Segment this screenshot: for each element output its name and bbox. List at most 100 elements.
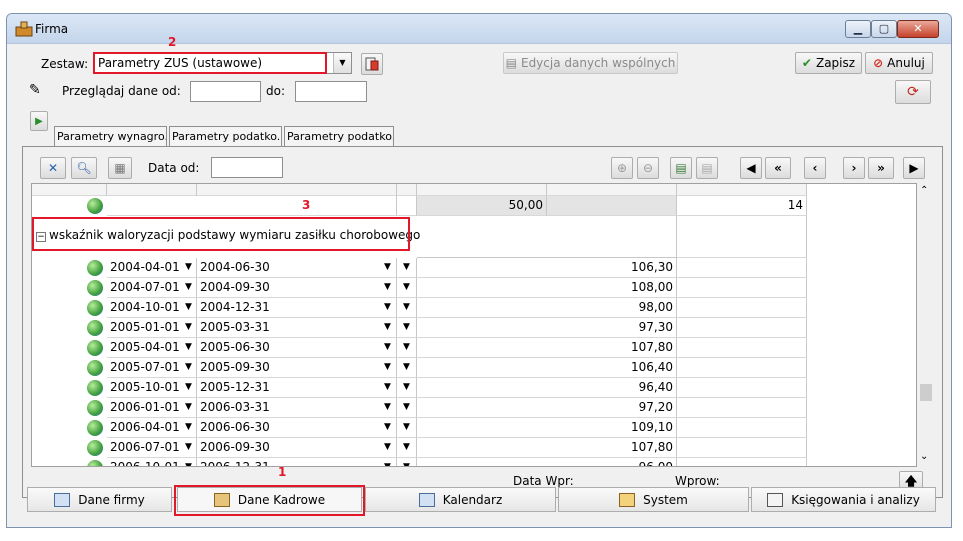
- row-value-cell[interactable]: 96,40: [417, 378, 677, 398]
- chevron-down-icon[interactable]: ▼: [384, 262, 391, 272]
- chevron-down-icon[interactable]: ▼: [384, 382, 391, 392]
- scroll-thumb[interactable]: [920, 384, 932, 401]
- minimize-button[interactable]: ▁: [845, 20, 871, 38]
- last-page-button[interactable]: ▶: [903, 157, 925, 179]
- row-from-cell[interactable]: 2005-07-01: [107, 358, 197, 378]
- chevron-down-icon[interactable]: ▼: [384, 282, 391, 292]
- row-to-cell[interactable]: 2005-09-30: [197, 358, 397, 378]
- row-value-cell[interactable]: 97,30: [417, 318, 677, 338]
- row-to-cell[interactable]: 2005-06-30: [197, 338, 397, 358]
- chevron-down-icon[interactable]: ▼: [384, 402, 391, 412]
- top-row-value-cell[interactable]: 50,00: [417, 196, 547, 216]
- row-to-cell[interactable]: 2004-06-30: [197, 258, 397, 278]
- row-value-cell[interactable]: 97,20: [417, 398, 677, 418]
- save-button[interactable]: ✔ Zapisz: [795, 52, 862, 74]
- date-to-input[interactable]: [295, 81, 367, 102]
- row-extra-cell[interactable]: [677, 338, 807, 358]
- row-from-cell[interactable]: 2004-10-01: [107, 298, 197, 318]
- row-value-cell[interactable]: 107,80: [417, 438, 677, 458]
- undo-grid-button[interactable]: ▤: [696, 157, 718, 179]
- row-value-cell[interactable]: 106,40: [417, 358, 677, 378]
- row-extra-cell[interactable]: [677, 318, 807, 338]
- row-value-cell[interactable]: 96,00: [417, 458, 677, 466]
- row-from-cell[interactable]: 2005-01-01: [107, 318, 197, 338]
- top-row-dd-cell[interactable]: [397, 196, 417, 216]
- chevron-down-icon[interactable]: ▼: [384, 422, 391, 432]
- chevron-down-icon[interactable]: ▼: [403, 402, 410, 412]
- row-to-cell[interactable]: 2005-12-31: [197, 378, 397, 398]
- chevron-down-icon[interactable]: ▼: [185, 382, 192, 392]
- chevron-down-icon[interactable]: ▼: [185, 462, 192, 466]
- tab-expand-button[interactable]: ▶: [30, 111, 48, 131]
- maximize-button[interactable]: ▢: [871, 20, 897, 38]
- top-row-extra-cell[interactable]: [547, 196, 677, 216]
- row-extra-cell[interactable]: [677, 418, 807, 438]
- date-from-input[interactable]: [190, 81, 261, 102]
- row-extra-cell[interactable]: [677, 458, 807, 466]
- row-to-cell[interactable]: 2006-12-31: [197, 458, 397, 466]
- row-from-cell[interactable]: 2005-10-01: [107, 378, 197, 398]
- edycja-danych-button[interactable]: ▤ Edycja danych wspólnych: [503, 52, 678, 74]
- save-grid-button[interactable]: ▤: [670, 157, 692, 179]
- chevron-down-icon[interactable]: ▼: [403, 382, 410, 392]
- chevron-down-icon[interactable]: ▼: [384, 322, 391, 332]
- tab-kalendarz[interactable]: Kalendarz: [365, 487, 556, 512]
- row-to-cell[interactable]: 2004-12-31: [197, 298, 397, 318]
- row-to-cell[interactable]: 2004-09-30: [197, 278, 397, 298]
- chevron-down-icon[interactable]: ▼: [333, 53, 351, 73]
- row-extra-cell[interactable]: [677, 358, 807, 378]
- vertical-scrollbar[interactable]: ⌃ ⌄: [917, 183, 934, 467]
- rewind-button[interactable]: «: [765, 157, 791, 179]
- add-row-button[interactable]: ⊕: [611, 157, 633, 179]
- chevron-down-icon[interactable]: ▼: [403, 302, 410, 312]
- chevron-down-icon[interactable]: ▼: [185, 322, 192, 332]
- chevron-down-icon[interactable]: ▼: [403, 282, 410, 292]
- tab-parametry-podatko-1[interactable]: Parametry podatko...: [169, 126, 282, 146]
- row-value-cell[interactable]: 106,30: [417, 258, 677, 278]
- top-row-name-cell[interactable]: [107, 196, 397, 216]
- chevron-down-icon[interactable]: ▼: [384, 342, 391, 352]
- row-extra-cell[interactable]: [677, 378, 807, 398]
- row-from-cell[interactable]: 2006-04-01: [107, 418, 197, 438]
- row-from-cell[interactable]: 2006-07-01: [107, 438, 197, 458]
- tab-parametry-wynagro[interactable]: Parametry wynagro...: [54, 126, 167, 146]
- chevron-down-icon[interactable]: ▼: [403, 462, 410, 466]
- chevron-down-icon[interactable]: ▼: [185, 302, 192, 312]
- tab-system[interactable]: System: [558, 487, 749, 512]
- first-page-button[interactable]: ◀: [740, 157, 762, 179]
- chevron-down-icon[interactable]: ▼: [185, 362, 192, 372]
- row-value-cell[interactable]: 109,10: [417, 418, 677, 438]
- row-value-cell[interactable]: 98,00: [417, 298, 677, 318]
- search-button[interactable]: 🔍︎: [71, 157, 97, 179]
- chevron-down-icon[interactable]: ▼: [403, 442, 410, 452]
- chevron-down-icon[interactable]: ▼: [185, 402, 192, 412]
- row-value-cell[interactable]: 107,80: [417, 338, 677, 358]
- row-to-cell[interactable]: 2006-06-30: [197, 418, 397, 438]
- chevron-down-icon[interactable]: ▼: [185, 422, 192, 432]
- next-button[interactable]: ›: [843, 157, 865, 179]
- tab-ksiegowania[interactable]: Księgowania i analizy: [751, 487, 936, 512]
- chevron-down-icon[interactable]: ▼: [384, 362, 391, 372]
- top-row-count-cell[interactable]: 14: [677, 196, 807, 216]
- scroll-up-icon[interactable]: ⌃: [920, 185, 928, 196]
- chevron-down-icon[interactable]: ▼: [185, 282, 192, 292]
- chevron-down-icon[interactable]: ▼: [185, 442, 192, 452]
- zestaw-edit-button[interactable]: [361, 53, 383, 75]
- row-extra-cell[interactable]: [677, 438, 807, 458]
- tab-parametry-podatko-2[interactable]: Parametry podatko...: [284, 126, 394, 146]
- chevron-down-icon[interactable]: ▼: [403, 362, 410, 372]
- chevron-down-icon[interactable]: ▼: [403, 422, 410, 432]
- chevron-down-icon[interactable]: ▼: [185, 262, 192, 272]
- data-od-input[interactable]: [211, 157, 283, 178]
- row-extra-cell[interactable]: [677, 278, 807, 298]
- row-to-cell[interactable]: 2006-03-31: [197, 398, 397, 418]
- row-to-cell[interactable]: 2005-03-31: [197, 318, 397, 338]
- row-extra-cell[interactable]: [677, 258, 807, 278]
- scroll-down-icon[interactable]: ⌄: [920, 451, 928, 462]
- row-value-cell[interactable]: 108,00: [417, 278, 677, 298]
- tab-dane-firmy[interactable]: Dane firmy: [27, 487, 172, 512]
- chevron-down-icon[interactable]: ▼: [384, 442, 391, 452]
- chevron-down-icon[interactable]: ▼: [403, 322, 410, 332]
- row-from-cell[interactable]: 2006-01-01: [107, 398, 197, 418]
- chevron-down-icon[interactable]: ▼: [403, 262, 410, 272]
